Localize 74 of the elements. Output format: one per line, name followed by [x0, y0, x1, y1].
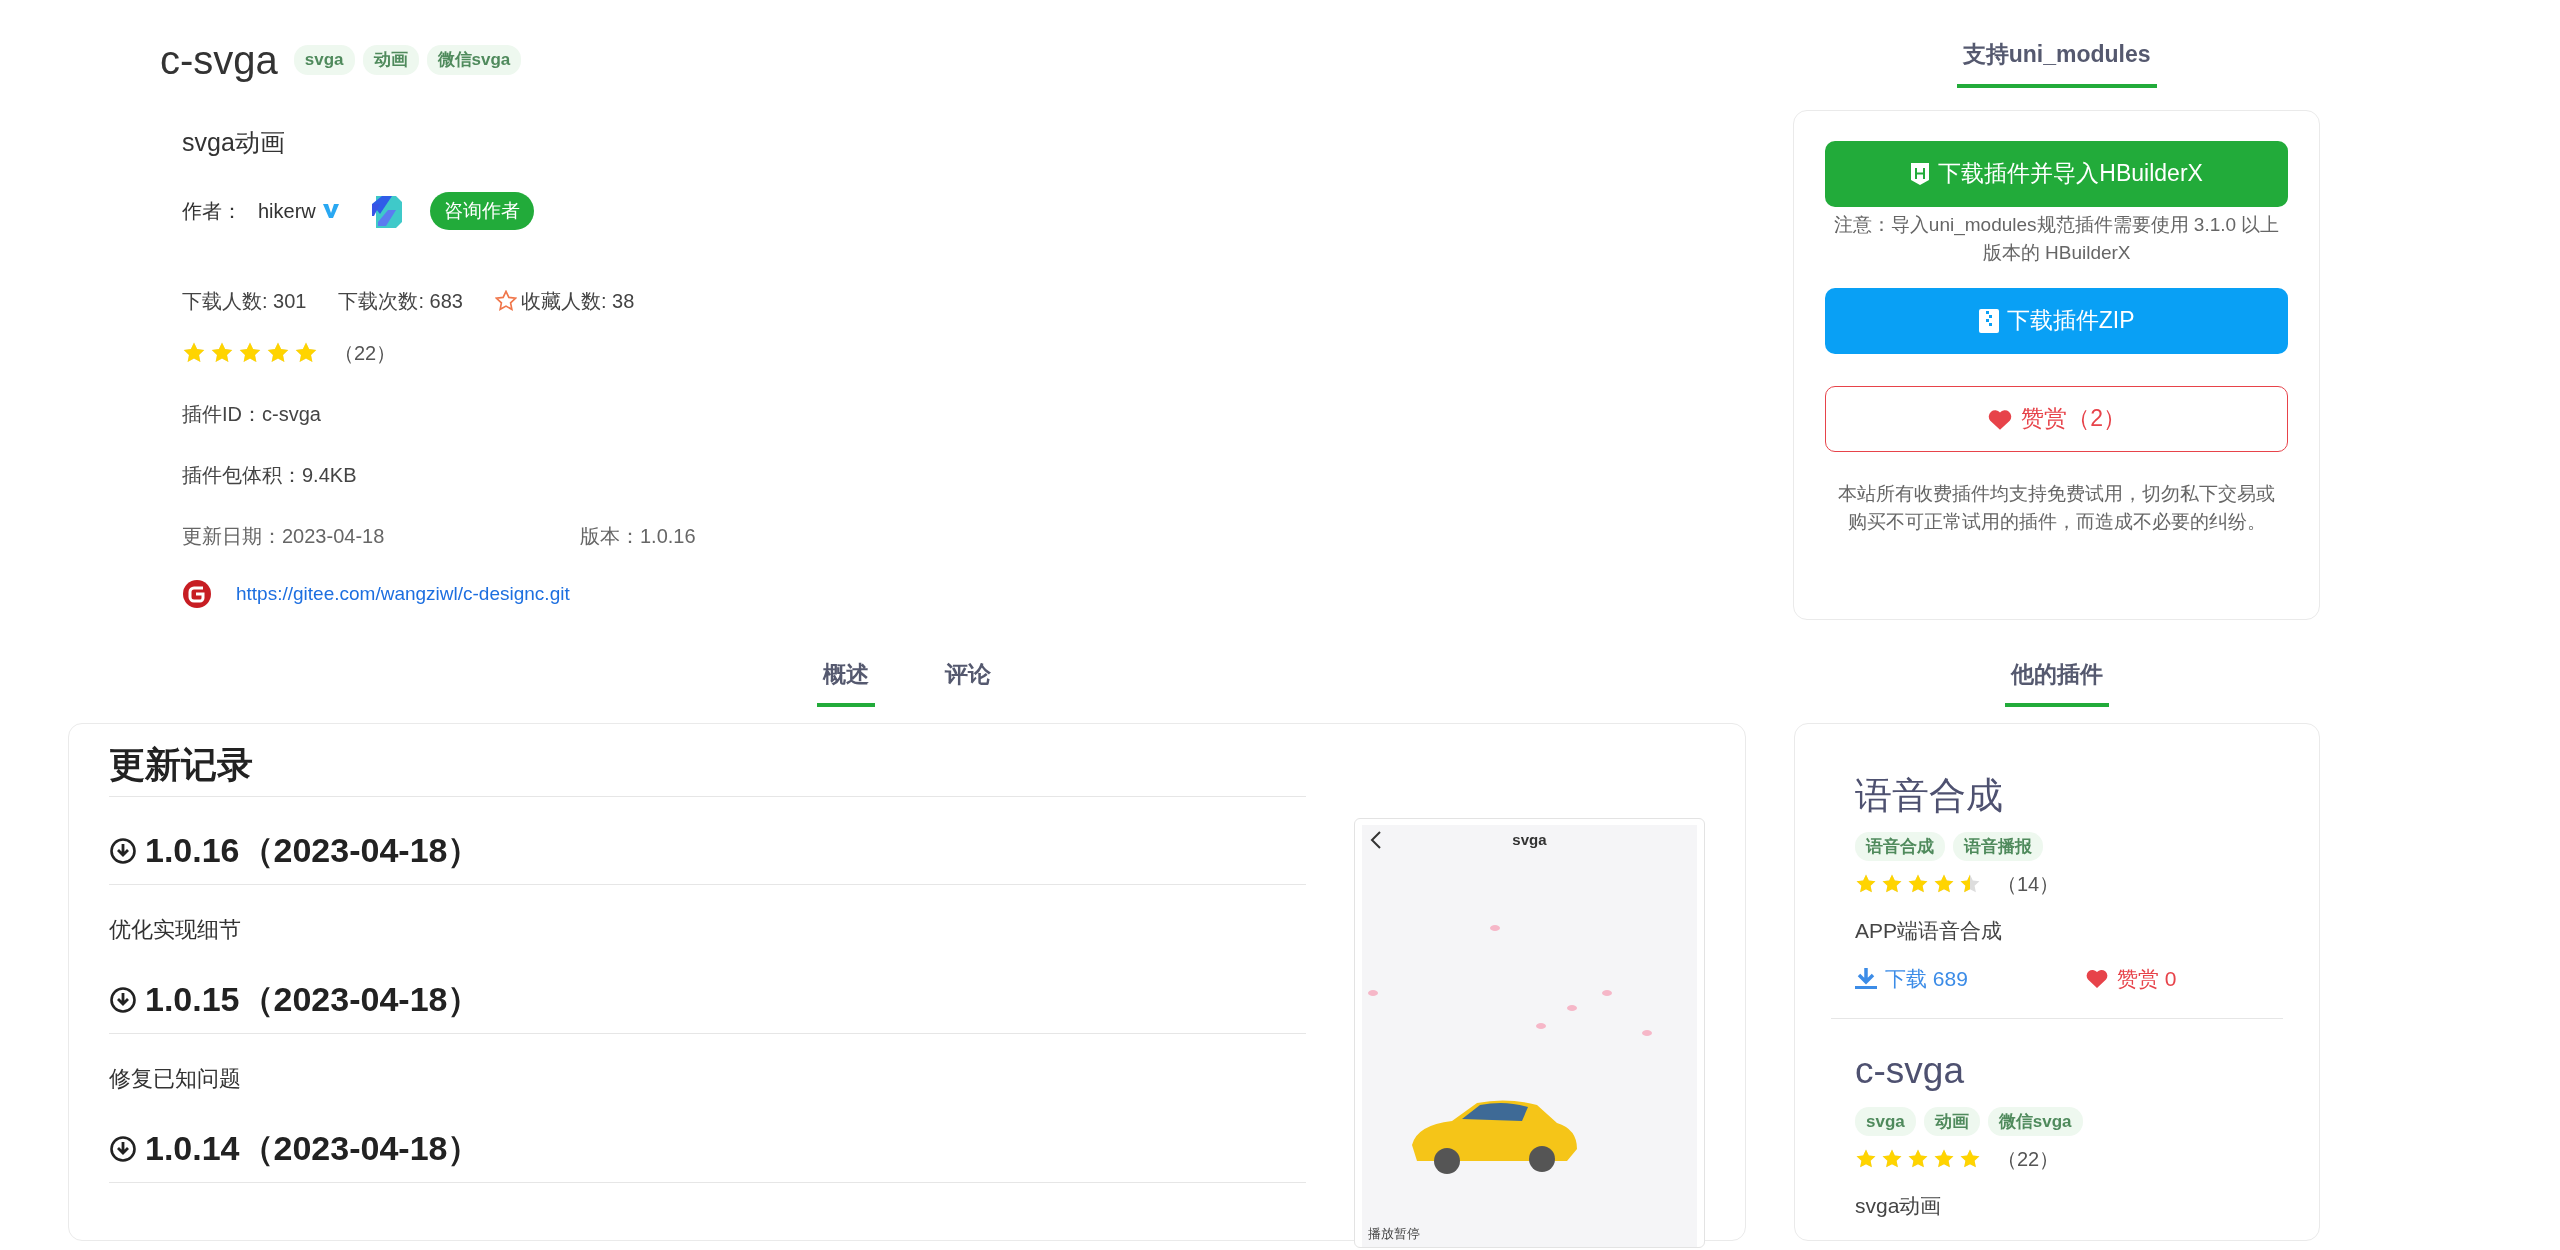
version-heading: 1.0.14（2023-04-18）: [145, 1128, 482, 1169]
stat-text: 下载次数: 683: [338, 289, 463, 314]
zip-file-icon: [1978, 308, 1999, 333]
tag: 微信svga: [426, 45, 522, 75]
plugin-name[interactable]: c-svga: [1855, 1043, 2259, 1099]
star-icon: [266, 341, 290, 365]
plugin-description: svga动画: [1855, 1193, 1943, 1219]
petal-icon: [1566, 1005, 1577, 1011]
petal-icon: [1641, 1030, 1652, 1036]
star-icon: [238, 341, 262, 365]
gitee-logo-icon: [182, 579, 212, 609]
info-text: 插件包体积：9.4KB: [182, 463, 358, 488]
tag: 动画: [1923, 1106, 1980, 1136]
screen-title: svga: [1511, 830, 1548, 850]
reward-link[interactable]: 赞赏 0: [2085, 962, 2177, 994]
shield-icon: [1910, 161, 1931, 186]
repo-link[interactable]: https://gitee.com/wangziwl/c-designc.git: [236, 579, 570, 609]
star-icon: [1881, 1148, 1903, 1170]
tab[interactable]: 评论: [939, 655, 997, 707]
tab[interactable]: 他的插件: [2005, 655, 2109, 707]
download-icon: [1855, 966, 1877, 991]
star-icon: [1933, 1148, 1955, 1170]
plugin-title: c-svga: [160, 37, 278, 84]
star-icon: [182, 341, 206, 365]
import-note: 注意：导入uni_modules规范插件需要使用 3.1.0 以上版本的 HBuilderX: [1832, 212, 2281, 265]
download-circle-icon: [109, 985, 137, 1014]
update-date: 更新日期：2023-04-18: [182, 524, 386, 549]
version-heading: 1.0.15（2023-04-18）: [145, 979, 482, 1020]
version-heading: 1.0.16（2023-04-18）: [145, 830, 482, 871]
tab[interactable]: 概述: [817, 655, 875, 707]
star-icon: [294, 341, 318, 365]
change-note: 修复已知问题: [109, 1065, 242, 1093]
tab[interactable]: 支持uni_modules: [1956, 36, 2157, 88]
star-icon: [1855, 1148, 1877, 1170]
heart-icon: [2085, 967, 2109, 990]
rating-count: （22）: [1997, 1147, 2060, 1172]
reward-button[interactable]: 赞赏（2）: [1825, 385, 2288, 452]
stat-text: 收藏人数: 38: [520, 289, 635, 314]
petal-icon: [1535, 1023, 1546, 1029]
tag: svga: [293, 45, 355, 75]
tag: 语音播报: [1953, 831, 2043, 861]
info-text: 插件ID：c-svga: [182, 402, 322, 427]
back-icon: [1369, 830, 1382, 851]
star-outline-icon: [494, 290, 517, 312]
tag: 微信svga: [1987, 1106, 2083, 1136]
star-icon: [1959, 873, 1981, 895]
author-name[interactable]: hikerw: [258, 195, 316, 226]
petal-icon: [1489, 925, 1500, 931]
plugin-subtitle: svga动画: [182, 127, 286, 158]
download-circle-icon: [109, 1134, 137, 1163]
star-icon: [1881, 873, 1903, 895]
version-text: 版本：1.0.16: [580, 524, 696, 549]
star-icon: [1907, 873, 1929, 895]
download-circle-icon: [109, 836, 137, 865]
star-icon: [1933, 873, 1955, 895]
tag: 语音合成: [1855, 831, 1945, 861]
star-icon: [1959, 1148, 1981, 1170]
disclaimer-text: 本站所有收费插件均支持免费试用，切勿私下交易或购买不可正常试用的插件，而造成不必要的纠纷。: [1837, 481, 2277, 534]
star-icon: [1907, 1148, 1929, 1170]
changelog-heading: 更新记录: [109, 738, 1306, 797]
petal-icon: [1367, 990, 1378, 996]
author-label: 作者：: [182, 198, 242, 224]
rating-count: （22）: [334, 341, 397, 366]
tag: 动画: [362, 45, 419, 75]
caption-text: 播放暂停: [1367, 1224, 1420, 1243]
star-icon: [210, 341, 234, 365]
plugin-description: APP端语音合成: [1855, 918, 2004, 944]
change-note: 优化实现细节: [109, 916, 242, 944]
petal-icon: [1601, 990, 1612, 996]
rating-count: （14）: [1997, 872, 2060, 897]
stat-text: 下载人数: 301: [182, 289, 307, 314]
tag: svga: [1855, 1106, 1916, 1136]
plugin-name[interactable]: 语音合成: [1855, 768, 2259, 824]
star-icon: [1855, 873, 1877, 895]
